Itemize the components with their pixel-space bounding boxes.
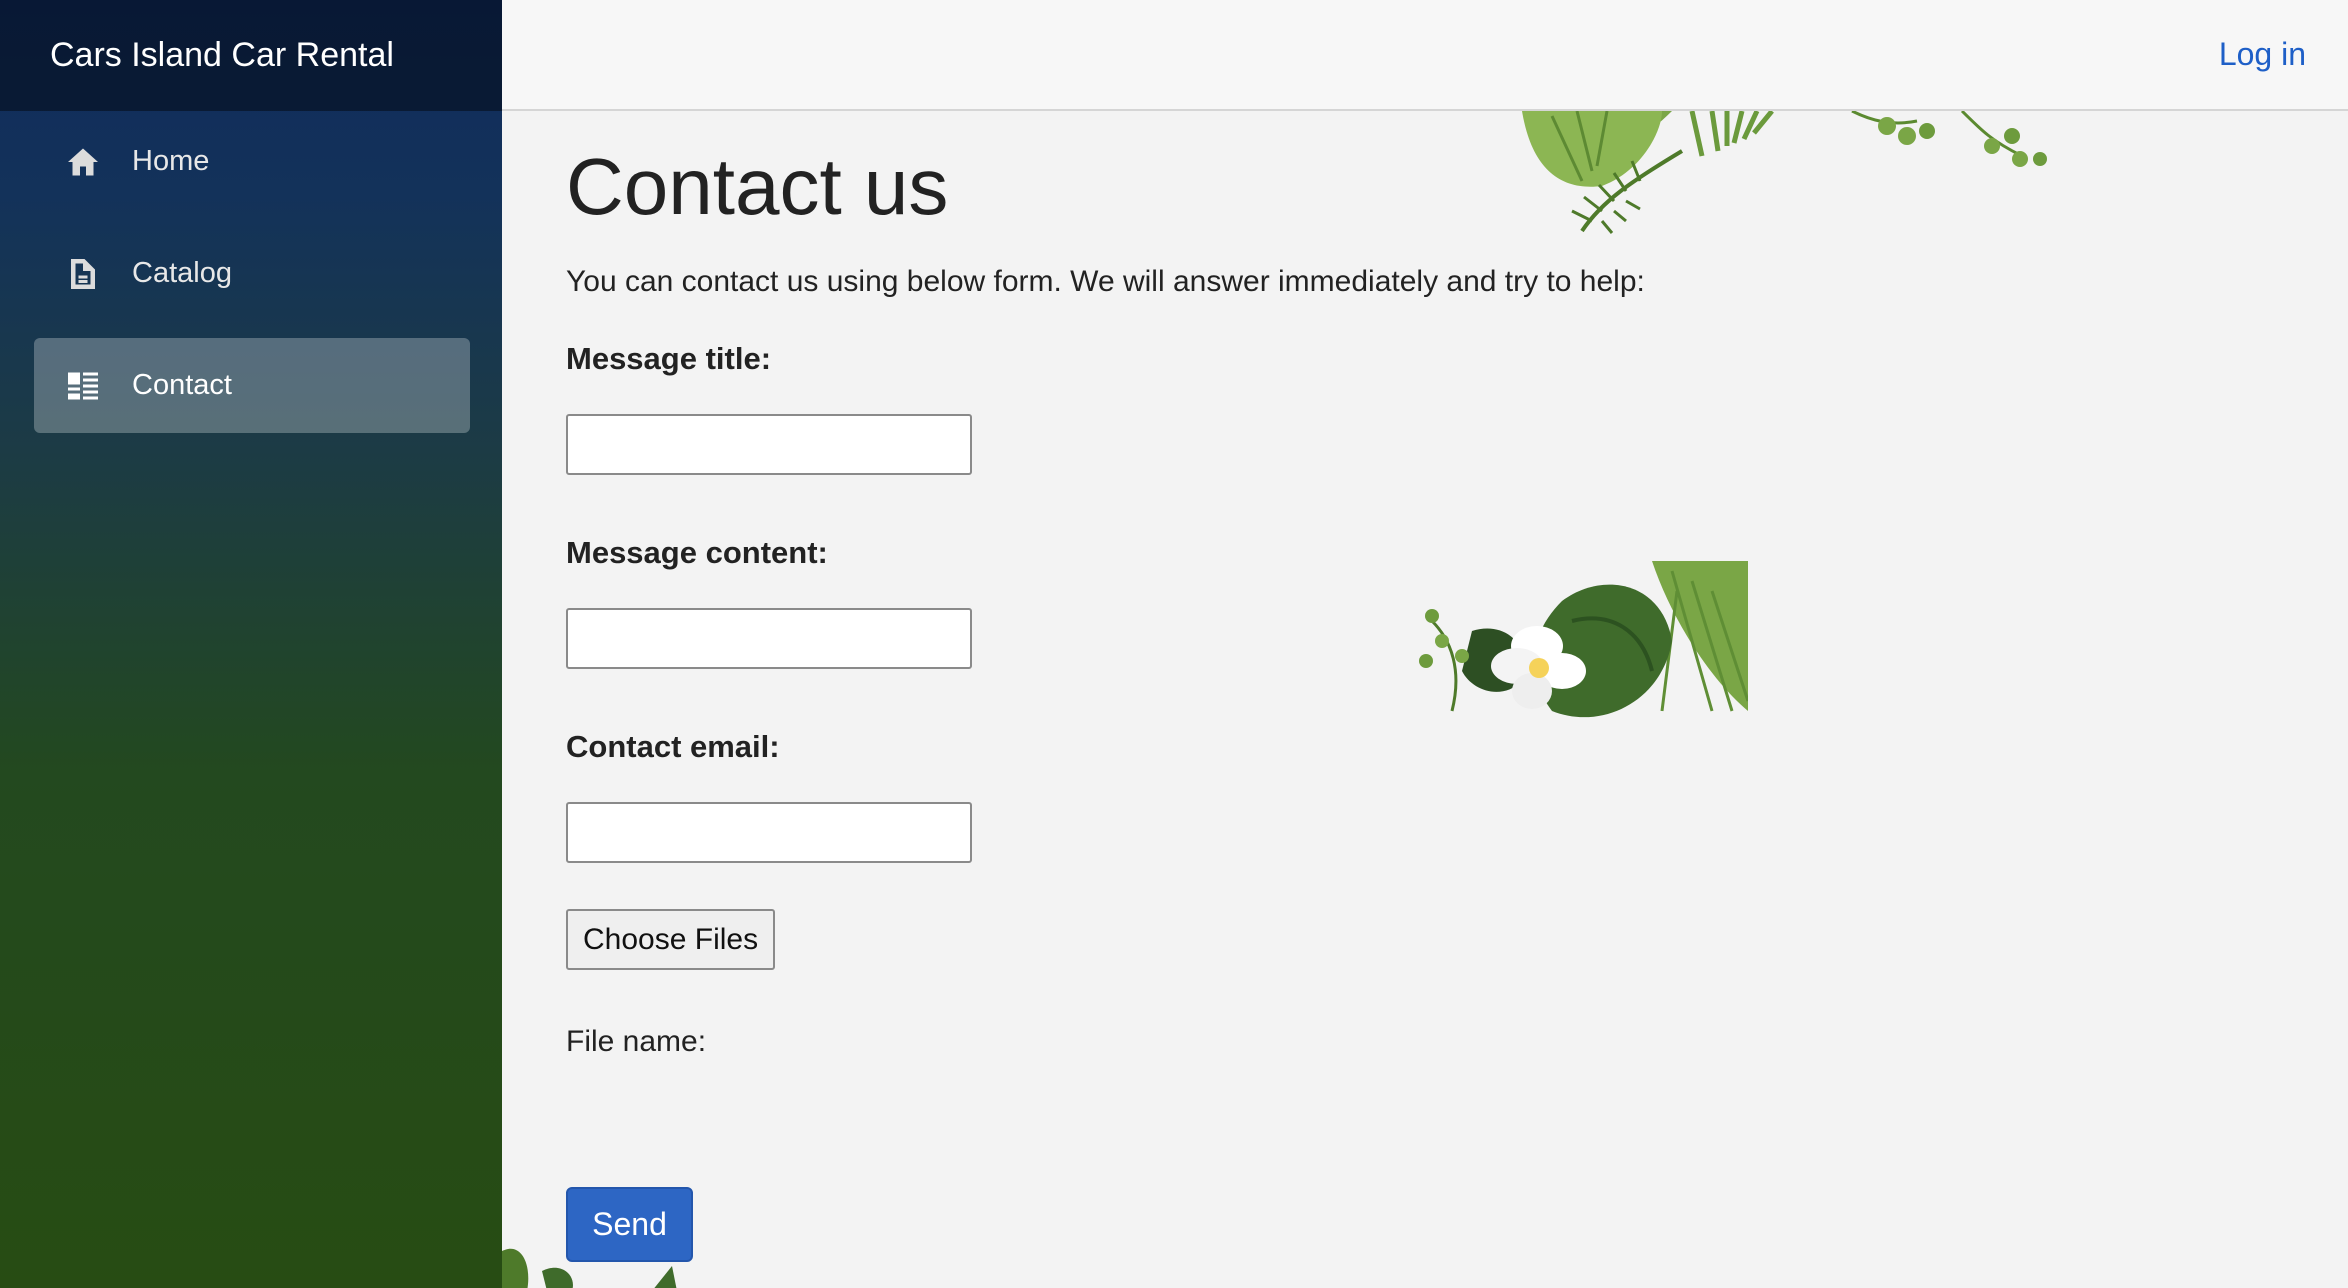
document-icon [64, 255, 102, 293]
contact-email-label: Contact email: [566, 729, 780, 764]
contact-form-container: Contact us You can contact us using belo… [566, 147, 1645, 1059]
sidebar-item-label: Home [132, 145, 210, 177]
login-link[interactable]: Log in [2219, 36, 2306, 73]
contact-email-input[interactable] [566, 802, 972, 863]
message-content-input[interactable] [566, 608, 972, 669]
list-icon [64, 367, 102, 405]
sidebar-item-home[interactable]: Home [34, 114, 470, 209]
sidebar-nav: Home Catalog Contact [0, 111, 502, 433]
message-title-input[interactable] [566, 414, 972, 475]
sidebar-item-contact[interactable]: Contact [34, 338, 470, 433]
sidebar-item-label: Contact [132, 369, 232, 401]
file-name-label: File name: [566, 1025, 707, 1058]
app-root: Cars Island Car Rental Home Catalog Cont… [0, 0, 2348, 1288]
brand-bar: Cars Island Car Rental [0, 0, 502, 111]
intro-text: You can contact us using below form. We … [566, 265, 1645, 298]
send-button[interactable]: Send [566, 1187, 693, 1262]
top-bar: Log in [502, 0, 2348, 111]
choose-files-button[interactable]: Choose Files [566, 909, 776, 970]
brand-link[interactable]: Cars Island Car Rental [50, 36, 394, 75]
message-content-label: Message content: [566, 535, 828, 570]
main-content: Contact us You can contact us using belo… [502, 111, 2348, 1288]
message-title-label: Message title: [566, 341, 772, 376]
berries-top-decoration [1851, 111, 2047, 167]
sidebar-item-catalog[interactable]: Catalog [34, 226, 470, 321]
sidebar-item-label: Catalog [132, 257, 232, 289]
page-title: Contact us [566, 142, 949, 231]
home-icon [64, 143, 102, 181]
sidebar: Cars Island Car Rental Home Catalog Cont… [0, 0, 502, 1288]
